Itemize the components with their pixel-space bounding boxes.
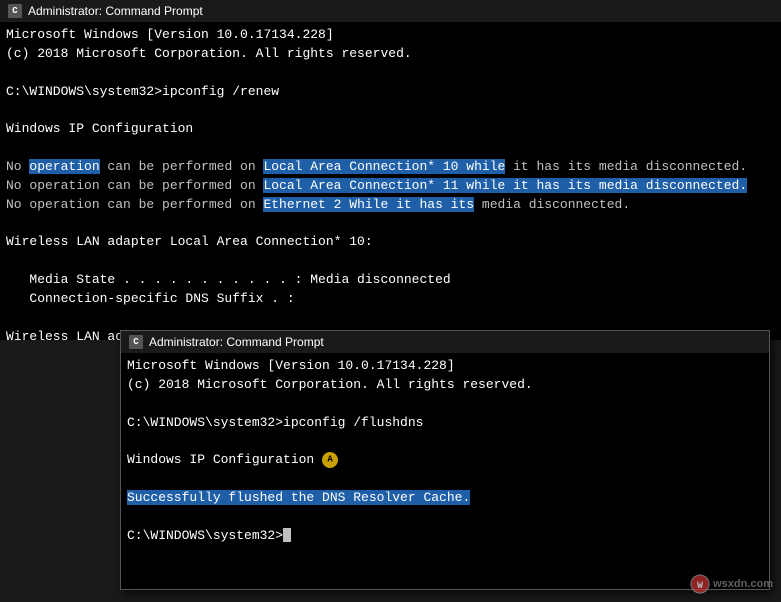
- b-line-6: Windows IP Configuration A: [127, 451, 763, 470]
- b-line-10: C:\WINDOWS\system32>: [127, 527, 763, 546]
- line-12: Wireless LAN adapter Local Area Connecti…: [6, 233, 775, 252]
- cmd-window-top: C Administrator: Command Prompt Microsof…: [0, 0, 781, 340]
- watermark-logo-icon: W: [690, 574, 710, 594]
- watermark: W wsxdn.com: [690, 574, 773, 594]
- bottom-content: Microsoft Windows [Version 10.0.17134.22…: [121, 353, 769, 589]
- top-content: Microsoft Windows [Version 10.0.17134.22…: [0, 22, 781, 340]
- line-5: [6, 101, 775, 120]
- b-line-7: [127, 470, 763, 489]
- bottom-title: Administrator: Command Prompt: [149, 335, 761, 349]
- b-line-5: [127, 432, 763, 451]
- b-line-2: (c) 2018 Microsoft Corporation. All righ…: [127, 376, 763, 395]
- bottom-titlebar[interactable]: C Administrator: Command Prompt: [121, 331, 769, 353]
- b-line-8: Successfully flushed the DNS Resolver Ca…: [127, 489, 763, 508]
- line-10: No operation can be performed on Etherne…: [6, 196, 775, 215]
- line-3: [6, 64, 775, 83]
- watermark-text: wsxdn.com: [713, 578, 773, 590]
- line-15: Connection-specific DNS Suffix . :: [6, 290, 775, 309]
- line-8: No operation can be performed on Local A…: [6, 158, 775, 177]
- line-11: [6, 214, 775, 233]
- line-16: [6, 309, 775, 328]
- b-line-9: [127, 508, 763, 527]
- b-line-4: C:\WINDOWS\system32>ipconfig /flushdns: [127, 414, 763, 433]
- line-4: C:\WINDOWS\system32>ipconfig /renew: [6, 83, 775, 102]
- line-9: No operation can be performed on Local A…: [6, 177, 775, 196]
- cmd-icon: C: [8, 4, 22, 18]
- b-line-1: Microsoft Windows [Version 10.0.17134.22…: [127, 357, 763, 376]
- b-line-3: [127, 395, 763, 414]
- line-6: Windows IP Configuration: [6, 120, 775, 139]
- top-titlebar[interactable]: C Administrator: Command Prompt: [0, 0, 781, 22]
- svg-text:W: W: [697, 581, 703, 592]
- line-1: Microsoft Windows [Version 10.0.17134.22…: [6, 26, 775, 45]
- line-7: [6, 139, 775, 158]
- line-2: (c) 2018 Microsoft Corporation. All righ…: [6, 45, 775, 64]
- line-13: [6, 252, 775, 271]
- top-title: Administrator: Command Prompt: [28, 4, 773, 18]
- line-14: Media State . . . . . . . . . . . : Medi…: [6, 271, 775, 290]
- cmd-icon-bottom: C: [129, 335, 143, 349]
- cmd-window-bottom: C Administrator: Command Prompt Microsof…: [120, 330, 770, 590]
